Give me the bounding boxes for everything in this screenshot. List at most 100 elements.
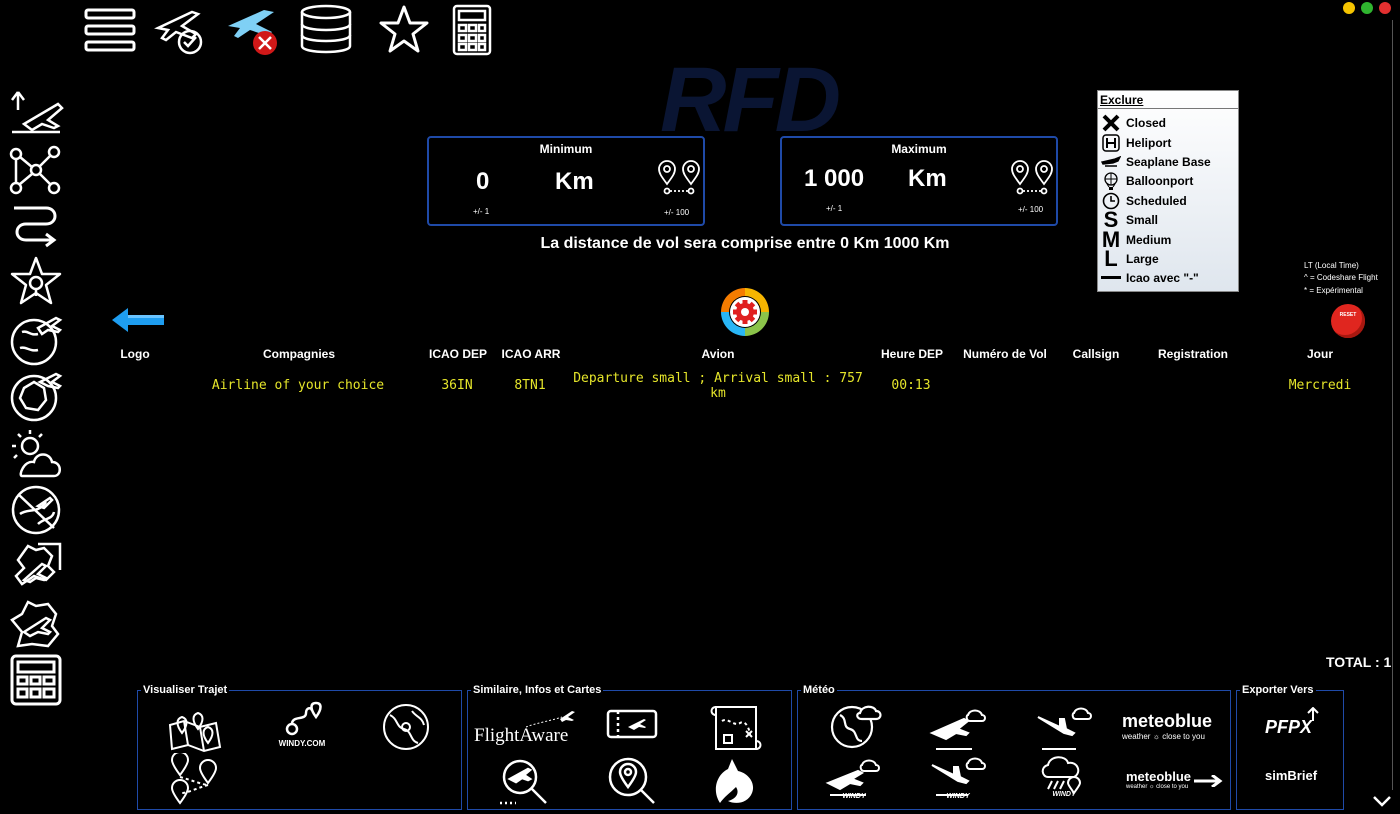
- distance-maximum-box: Maximum 1 000 Km +/- 1 +/- 100: [780, 136, 1058, 226]
- exclure-label: Heliport: [1126, 135, 1172, 150]
- calculator-icon[interactable]: [446, 4, 502, 56]
- settings-gear-icon[interactable]: [719, 286, 771, 338]
- header-day[interactable]: Jour: [1290, 347, 1350, 361]
- panel-similaire-label: Similaire, Infos et Cartes: [471, 684, 604, 696]
- flight-cancelled-icon[interactable]: [224, 4, 280, 56]
- windy-arrival-icon[interactable]: WINDY: [928, 755, 988, 805]
- exclure-seaplane[interactable]: Seaplane Base: [1100, 152, 1236, 171]
- exclure-label: Scheduled: [1126, 193, 1187, 208]
- exclure-label: Medium: [1126, 232, 1172, 247]
- row-icao-arr[interactable]: 8TN1: [500, 378, 560, 393]
- minimize-button[interactable]: [1343, 2, 1355, 14]
- fox-logo-icon[interactable]: [706, 755, 766, 805]
- exclure-large[interactable]: L Large: [1100, 246, 1236, 271]
- row-company[interactable]: Airline of your choice: [196, 378, 400, 393]
- weather-globe-icon[interactable]: [824, 701, 884, 751]
- pfpx-export-button[interactable]: PFPX: [1265, 707, 1325, 741]
- row-aircraft-line2: km: [710, 386, 726, 401]
- minimum-pin-distance-icon[interactable]: [657, 160, 701, 196]
- exclure-small[interactable]: S Small: [1100, 207, 1236, 232]
- header-icao-dep[interactable]: ICAO DEP: [422, 347, 494, 361]
- header-aircraft[interactable]: Avion: [680, 347, 756, 361]
- exclure-medium[interactable]: M Medium: [1100, 227, 1236, 252]
- menu-icon[interactable]: [82, 4, 138, 56]
- arrow-right-icon: [1194, 775, 1223, 787]
- header-logo[interactable]: Logo: [105, 347, 165, 361]
- row-aircraft[interactable]: Departure small ; Arrival small : 757 km: [572, 371, 864, 401]
- simbrief-export-button[interactable]: simBrief: [1265, 767, 1329, 791]
- europe-flight-icon[interactable]: [8, 540, 64, 592]
- pfpx-label: PFPX: [1265, 717, 1313, 737]
- legend-local-time: LT (Local Time): [1304, 261, 1359, 270]
- header-companies[interactable]: Compagnies: [229, 347, 369, 361]
- maximum-step-small[interactable]: +/- 1: [826, 204, 842, 213]
- flightaware-icon[interactable]: FlightAware: [474, 709, 578, 749]
- balloon-icon: [1100, 171, 1122, 190]
- route-path-icon[interactable]: [8, 200, 64, 252]
- close-x-icon: [1100, 113, 1122, 132]
- maximum-pin-distance-icon[interactable]: [1010, 160, 1054, 196]
- row-dep-time[interactable]: 00:13: [876, 378, 946, 393]
- exclure-heliport[interactable]: Heliport: [1100, 133, 1236, 152]
- arrival-weather-icon[interactable]: [1034, 703, 1094, 753]
- row-icao-dep[interactable]: 36IN: [426, 378, 488, 393]
- windy-label-3: WINDY: [1052, 791, 1076, 798]
- windy-route-icon[interactable]: WINDY.COM: [272, 701, 332, 751]
- exclure-closed[interactable]: Closed: [1100, 113, 1236, 132]
- departure-icon[interactable]: [8, 88, 64, 140]
- exclure-balloonport[interactable]: Balloonport: [1100, 171, 1236, 190]
- header-registration[interactable]: Registration: [1148, 347, 1238, 361]
- exclure-label: Balloonport: [1126, 173, 1194, 188]
- distance-minimum-box: Minimum 0 Km +/- 1 +/- 100: [427, 136, 705, 226]
- database-icon[interactable]: [298, 4, 354, 56]
- favorites-icon[interactable]: [8, 256, 64, 308]
- network-nodes-icon[interactable]: [8, 144, 64, 196]
- maximum-step-big[interactable]: +/- 100: [1018, 205, 1043, 214]
- seaplane-icon: [1100, 152, 1122, 171]
- world-flight-icon[interactable]: [8, 314, 64, 366]
- search-location-icon[interactable]: [602, 755, 662, 805]
- france-map-icon[interactable]: [8, 598, 64, 650]
- close-window-button[interactable]: [1379, 2, 1391, 14]
- weather-icon[interactable]: [8, 428, 64, 480]
- search-flight-icon[interactable]: [496, 755, 556, 805]
- calculator-left-icon[interactable]: [8, 654, 64, 706]
- header-flight-number[interactable]: Numéro de Vol: [954, 347, 1056, 361]
- globe-route-icon[interactable]: [376, 701, 436, 751]
- meteoblue-arrow-logo[interactable]: meteoblue weather ☼ close to you: [1126, 769, 1226, 799]
- total-count: TOTAL : 1: [1326, 654, 1392, 670]
- header-icao-arr[interactable]: ICAO ARR: [496, 347, 566, 361]
- header-dep-time[interactable]: Heure DEP: [872, 347, 952, 361]
- maximum-value[interactable]: 1 000: [804, 165, 864, 193]
- heliport-icon: [1100, 133, 1122, 152]
- chevron-down-icon[interactable]: [1372, 794, 1392, 808]
- back-arrow-icon[interactable]: [110, 306, 166, 334]
- ticket-icon[interactable]: [602, 703, 662, 753]
- meteoblue-logo[interactable]: meteoblue weather ☼ close to you: [1122, 711, 1222, 745]
- minimum-step-small[interactable]: +/- 1: [473, 207, 489, 216]
- reset-button[interactable]: RESET: [1331, 304, 1365, 338]
- panel-meteo: Météo meteoblue weather ☼ close to you W…: [797, 684, 1231, 810]
- flightaware-label: FlightAware: [474, 725, 569, 746]
- reset-label: RESET: [1339, 312, 1357, 318]
- windy-departure-icon[interactable]: WINDY: [824, 755, 884, 805]
- minimum-step-big[interactable]: +/- 100: [664, 208, 689, 217]
- header-callsign[interactable]: Callsign: [1062, 347, 1130, 361]
- world-routes-icon[interactable]: [8, 484, 64, 536]
- star-icon[interactable]: [376, 4, 432, 56]
- treasure-map-icon[interactable]: [706, 701, 766, 751]
- departure-weather-icon[interactable]: [928, 703, 988, 753]
- row-day[interactable]: Mercredi: [1278, 378, 1362, 393]
- pins-route-icon[interactable]: [164, 753, 224, 805]
- minimum-value[interactable]: 0: [476, 168, 489, 196]
- panel-visualiser-label: Visualiser Trajet: [141, 684, 230, 696]
- maximize-button[interactable]: [1361, 2, 1373, 14]
- exclure-scheduled[interactable]: Scheduled: [1100, 191, 1236, 210]
- exclure-icao-dash[interactable]: Icao avec "-": [1100, 268, 1236, 287]
- map-route-icon[interactable]: [164, 703, 224, 753]
- windy-rain-icon[interactable]: WINDY: [1034, 753, 1094, 803]
- flight-validated-icon[interactable]: [152, 4, 208, 56]
- france-flight-icon[interactable]: [8, 370, 64, 422]
- panel-similaire: Similaire, Infos et Cartes FlightAware: [467, 684, 792, 810]
- window-edge: [1392, 20, 1393, 790]
